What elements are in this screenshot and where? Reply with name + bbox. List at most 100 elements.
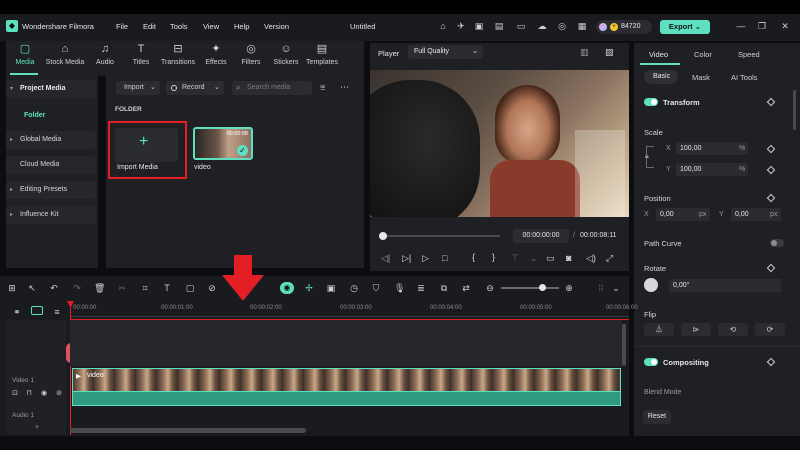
track-mute-icon[interactable]: ⊘ [54, 389, 64, 399]
play-icon[interactable]: ▷ [422, 253, 429, 264]
save-icon[interactable]: ▤ [494, 21, 504, 31]
playback-icon[interactable]: ◷ [349, 283, 359, 293]
video-thumbnail[interactable]: 00:00:08 ✓ [193, 127, 253, 160]
preview-progress-track[interactable] [380, 235, 500, 237]
credits-pill[interactable]: + 84720 [596, 20, 652, 34]
nav-project-media[interactable]: ▾ Project Media [6, 80, 96, 98]
tab-transitions[interactable]: ⊟ Transitions [158, 44, 198, 67]
subtab-basic[interactable]: Basic [644, 70, 678, 84]
nav-global-media[interactable]: ▸ Global Media [6, 131, 96, 149]
text-tool-icon[interactable]: T [162, 283, 172, 293]
frame-icon[interactable]: ▢ [185, 283, 195, 293]
nav-influence-kit[interactable]: ▸ Influence Kit [6, 206, 96, 224]
previous-frame-icon[interactable]: ◁| [381, 253, 390, 264]
nav-editing-presets[interactable]: ▸ Editing Presets [6, 181, 96, 199]
snapshot-view-icon[interactable]: ▨ [605, 47, 614, 58]
mark-out-icon[interactable]: } [492, 252, 495, 262]
menu-file[interactable]: File [116, 22, 128, 31]
ai-portrait-icon[interactable]: ▣ [326, 283, 336, 293]
tab-filters[interactable]: ◎ Filters [234, 44, 268, 67]
timeline-vertical-scrollbar[interactable] [622, 324, 626, 366]
crop-icon[interactable]: ⌗ [140, 283, 150, 293]
tab-media[interactable]: ▢ Media [8, 44, 42, 67]
rotate-right-button[interactable]: ⟳ [755, 323, 785, 336]
preview-progress-handle[interactable] [379, 232, 387, 240]
path-curve-toggle[interactable] [770, 239, 784, 247]
nav-cloud-media[interactable]: Cloud Media [6, 156, 96, 174]
close-icon[interactable]: ✕ [780, 21, 790, 31]
add-icon[interactable]: + [35, 424, 39, 431]
tab-templates[interactable]: ▤ Templates [303, 44, 341, 67]
compositing-toggle[interactable] [644, 358, 658, 366]
track-eye-icon[interactable]: ◉ [39, 389, 49, 399]
cut-icon[interactable]: ✂ [117, 283, 127, 293]
current-time[interactable]: 00:00:00:00 [513, 229, 569, 243]
track-folder-icon[interactable]: ⊡ [10, 389, 20, 399]
export-frame-icon[interactable]: ⊤ [511, 253, 519, 264]
select-tool-icon[interactable]: ↖ [27, 283, 37, 293]
redo-icon[interactable]: ↷ [72, 283, 82, 293]
flip-horizontal-button[interactable]: ⊳ [681, 323, 711, 336]
fullscreen-icon[interactable]: ⤢ [606, 253, 613, 264]
auto-reframe-icon[interactable]: ⊘ [207, 283, 217, 293]
tab-audio[interactable]: ♫ Audio [88, 44, 122, 67]
snap-icon[interactable]: ✢ [304, 283, 314, 293]
scale-y-field[interactable]: 100,00 [676, 163, 748, 176]
video-clip-filmstrip[interactable] [72, 368, 621, 392]
support-icon[interactable]: ◎ [557, 21, 567, 31]
layout-grid-icon[interactable]: ⊞ [7, 283, 17, 293]
tab-titles[interactable]: T Titles [124, 44, 158, 67]
search-input[interactable]: ⌕ Search media [232, 81, 312, 95]
tab-stickers[interactable]: ☺ Stickers [269, 44, 303, 67]
volume-icon[interactable]: ◁) [586, 253, 596, 264]
rotate-dial[interactable] [644, 278, 658, 292]
menu-version[interactable]: Version [264, 22, 289, 31]
picture-in-picture-icon[interactable]: ⧉ [439, 283, 449, 293]
tab-video[interactable]: Video [649, 50, 668, 59]
zoom-in-icon[interactable]: ⊕ [564, 283, 574, 293]
cloud-icon[interactable]: ☁ [537, 21, 547, 31]
export-button[interactable]: Export ⌄ [660, 20, 710, 34]
mark-in-icon[interactable]: { [472, 252, 475, 262]
transform-toggle[interactable] [644, 98, 658, 106]
camera-icon[interactable]: ◙ [566, 253, 571, 263]
apps-grid-icon[interactable]: ▦ [577, 21, 587, 31]
stop-icon[interactable]: □ [442, 253, 447, 263]
nav-folder[interactable]: Folder [24, 112, 45, 119]
ai-copilot-icon[interactable]: ◉ [280, 282, 294, 294]
tab-speed[interactable]: Speed [738, 50, 760, 59]
delete-icon[interactable]: 🗑︎ [94, 283, 105, 293]
chevron-down-icon[interactable]: ⌄ [611, 283, 621, 293]
grid-view-icon[interactable]: ▥ [580, 47, 589, 58]
zoom-slider[interactable] [501, 287, 559, 289]
timeline-scrollbar[interactable] [70, 428, 306, 433]
send-feedback-icon[interactable]: ✈ [456, 21, 466, 31]
tab-color[interactable]: Color [694, 50, 712, 59]
track-lock-icon[interactable]: ⊓ [24, 389, 34, 399]
maximize-icon[interactable]: ❐ [757, 21, 767, 31]
monitor-icon[interactable]: ▭ [516, 21, 526, 31]
display-icon[interactable]: ▭ [546, 253, 555, 264]
track-manager-icon[interactable] [31, 306, 43, 315]
microphone-icon[interactable]: 🎙︎ [394, 283, 405, 293]
replace-icon[interactable]: ⇄ [461, 283, 471, 293]
menu-tools[interactable]: Tools [170, 22, 188, 31]
subtab-mask[interactable]: Mask [692, 73, 710, 82]
dropdown-caret-icon[interactable]: ⌄ [530, 253, 538, 264]
menu-view[interactable]: View [203, 22, 219, 31]
tab-stock-media[interactable]: ⌂ Stock Media [44, 44, 86, 67]
menu-edit[interactable]: Edit [143, 22, 156, 31]
rotate-left-button[interactable]: ⟲ [718, 323, 748, 336]
menu-help[interactable]: Help [234, 22, 249, 31]
undo-icon[interactable]: ↶ [49, 283, 59, 293]
lock-icon[interactable]: 🔒︎ [645, 153, 649, 161]
quality-select[interactable]: Full Quality ⌄ [408, 45, 483, 59]
minimize-icon[interactable]: — [736, 21, 746, 31]
zoom-out-icon[interactable]: ⊖ [485, 283, 495, 293]
link-icon[interactable]: ⚭ [12, 307, 22, 317]
subtab-ai-tools[interactable]: AI Tools [731, 73, 758, 82]
list-icon[interactable]: ≣ [416, 283, 426, 293]
record-dropdown[interactable]: Record ⌄ [166, 81, 224, 95]
import-dropdown[interactable]: Import ⌄ [116, 81, 160, 95]
add-track-icon[interactable]: ≡ [52, 307, 62, 317]
